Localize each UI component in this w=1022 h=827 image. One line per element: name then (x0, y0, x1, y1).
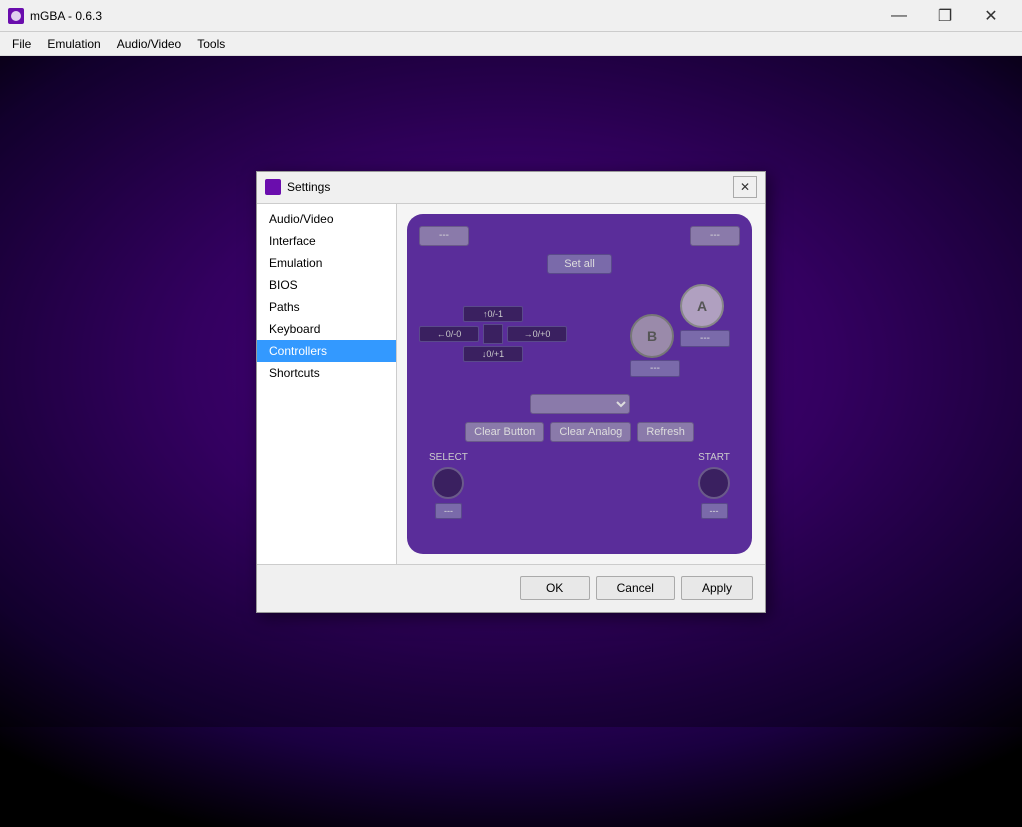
menu-emulation[interactable]: Emulation (39, 35, 108, 53)
l-button[interactable]: --- (419, 226, 469, 246)
dpad-section: ↑0/-1 ←0/-0 →0/+0 ↓0/+1 (419, 306, 567, 362)
a-circle-button[interactable]: A (680, 284, 724, 328)
cancel-button[interactable]: Cancel (596, 576, 675, 600)
controller-select-dropdown[interactable] (530, 394, 630, 414)
settings-content: --- --- Set all ↑0/-1 ←0/-0 (397, 204, 765, 564)
start-circle (698, 467, 730, 499)
ab-section: B --- A --- (620, 284, 740, 384)
clear-analog-button[interactable]: Clear Analog (550, 422, 631, 442)
menu-bar: File Emulation Audio/Video Tools (0, 32, 1022, 56)
b-mapping-button[interactable]: --- (630, 360, 680, 377)
menu-tools[interactable]: Tools (189, 35, 233, 53)
r-button[interactable]: --- (690, 226, 740, 246)
window-controls: — ❐ ✕ (876, 0, 1014, 32)
dialog-body: Audio/Video Interface Emulation BIOS Pat… (257, 204, 765, 564)
clear-button-btn[interactable]: Clear Button (465, 422, 544, 442)
controller-dropdown-row (419, 394, 740, 414)
sidebar-item-controllers[interactable]: Controllers (257, 340, 396, 362)
sidebar-item-bios[interactable]: BIOS (257, 274, 396, 296)
action-buttons-row: Clear Button Clear Analog Refresh (419, 422, 740, 442)
menu-audio-video[interactable]: Audio/Video (109, 35, 190, 53)
select-section: SELECT --- (429, 452, 468, 519)
minimize-button[interactable]: — (876, 0, 922, 32)
sidebar-item-keyboard[interactable]: Keyboard (257, 318, 396, 340)
dpad-right-button[interactable]: →0/+0 (507, 326, 567, 342)
dialog-footer: OK Cancel Apply (257, 564, 765, 612)
dialog-icon (265, 179, 281, 195)
set-all-row: Set all (419, 254, 740, 274)
dpad-down-button[interactable]: ↓0/+1 (463, 346, 523, 362)
select-start-row: SELECT --- START --- (419, 452, 740, 519)
close-button[interactable]: ✕ (968, 0, 1014, 32)
start-mapping-button[interactable]: --- (701, 503, 728, 519)
app-icon (8, 8, 24, 24)
a-button-area: A --- (680, 284, 730, 347)
a-mapping-button[interactable]: --- (680, 330, 730, 347)
dialog-title-bar: Settings ✕ (257, 172, 765, 204)
dialog-close-button[interactable]: ✕ (733, 176, 757, 198)
settings-dialog: Settings ✕ Audio/Video Interface Emulati… (256, 171, 766, 613)
refresh-button[interactable]: Refresh (637, 422, 694, 442)
shoulder-buttons-row: --- --- (419, 226, 740, 246)
sidebar-item-interface[interactable]: Interface (257, 230, 396, 252)
title-bar: mGBA - 0.6.3 — ❐ ✕ (0, 0, 1022, 32)
sidebar-item-paths[interactable]: Paths (257, 296, 396, 318)
dpad-left-button[interactable]: ←0/-0 (419, 326, 479, 342)
dpad-middle: ←0/-0 →0/+0 (419, 324, 567, 344)
select-circle (432, 467, 464, 499)
b-circle-button[interactable]: B (630, 314, 674, 358)
app-title: mGBA - 0.6.3 (30, 9, 876, 23)
sidebar-item-audio-video[interactable]: Audio/Video (257, 208, 396, 230)
apply-button[interactable]: Apply (681, 576, 753, 600)
ok-button[interactable]: OK (520, 576, 590, 600)
b-button-area: B --- (630, 314, 680, 377)
start-section: START --- (698, 452, 730, 519)
controller-panel: --- --- Set all ↑0/-1 ←0/-0 (407, 214, 752, 554)
dialog-overlay: Settings ✕ Audio/Video Interface Emulati… (0, 56, 1022, 727)
dpad-ab-area: ↑0/-1 ←0/-0 →0/+0 ↓0/+1 (419, 284, 740, 384)
set-all-button[interactable]: Set all (547, 254, 612, 274)
maximize-button[interactable]: ❐ (922, 0, 968, 32)
dpad-center (483, 324, 503, 344)
settings-sidebar: Audio/Video Interface Emulation BIOS Pat… (257, 204, 397, 564)
sidebar-item-shortcuts[interactable]: Shortcuts (257, 362, 396, 384)
dialog-title: Settings (287, 180, 733, 194)
select-mapping-button[interactable]: --- (435, 503, 462, 519)
menu-file[interactable]: File (4, 35, 39, 53)
sidebar-item-emulation[interactable]: Emulation (257, 252, 396, 274)
select-label: SELECT (429, 452, 468, 463)
dpad-up-button[interactable]: ↑0/-1 (463, 306, 523, 322)
start-label: START (698, 452, 730, 463)
